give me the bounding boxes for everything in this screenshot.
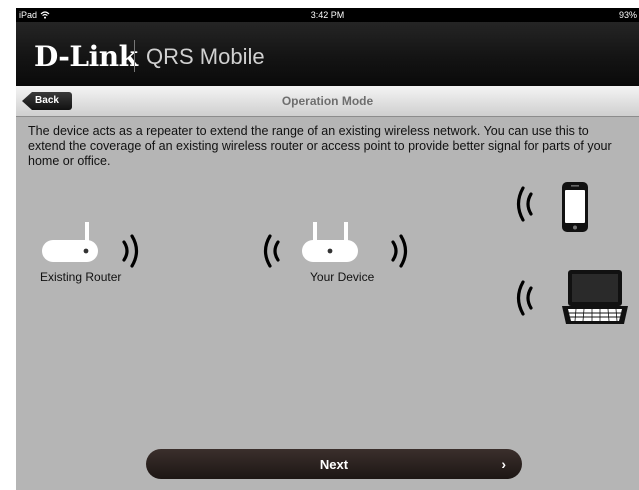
brand-divider [134,40,135,72]
app-screen: iPad 3:42 PM 93% D-Link QRS Mobile Back … [16,8,639,490]
brand-header: D-Link QRS Mobile [16,22,639,86]
wifi-signal-icon [122,234,139,268]
existing-router-label: Existing Router [40,270,122,284]
battery-level: 93% [618,10,637,20]
chevron-right-icon: › [501,456,506,472]
router-icon [42,222,98,262]
mode-description: The device acts as a repeater to extend … [28,124,612,168]
phone-icon [562,182,588,232]
dlink-logo: D-Link [34,40,138,73]
product-name: QRS Mobile [146,44,265,69]
navigation-bar: Back Operation Mode [16,86,639,117]
page-title: Operation Mode [281,94,374,108]
next-button[interactable]: Next › [146,449,522,479]
wifi-signal-icon [516,186,533,222]
router-icon [302,222,358,262]
status-bar: iPad 3:42 PM 93% [16,8,639,22]
wifi-signal-icon [391,234,408,268]
wifi-signal-icon [263,234,280,268]
your-device-label: Your Device [310,270,375,284]
wifi-signal-icon [516,280,533,316]
next-label: Next [319,457,349,472]
status-time: 3:42 PM [310,10,345,20]
laptop-icon [562,270,628,324]
repeater-diagram: Existing Router Your Device [16,178,639,348]
